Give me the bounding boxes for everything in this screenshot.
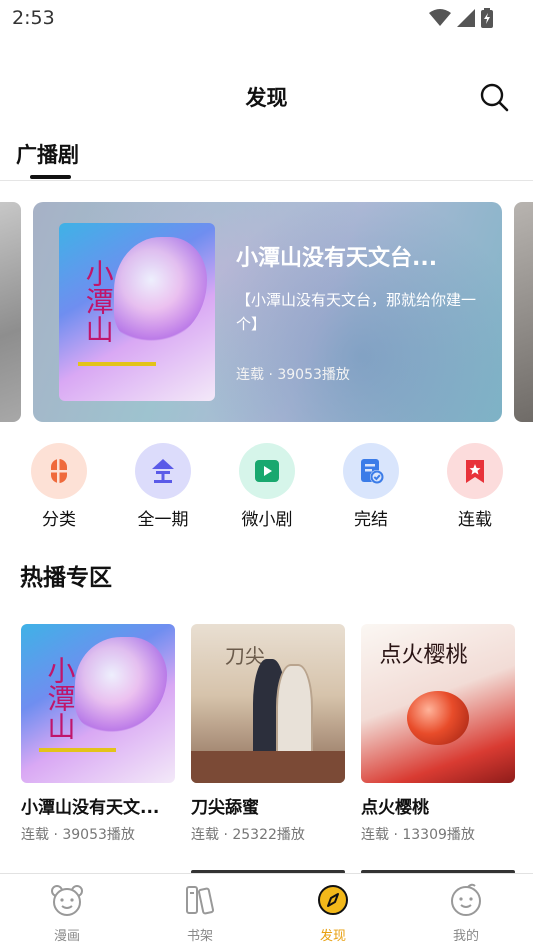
nav-item-comics[interactable]: 漫画 (27, 882, 107, 944)
banner-prev-card[interactable] (0, 202, 21, 422)
category-completed[interactable]: 完结 (331, 443, 411, 530)
category-classify[interactable]: 分类 (19, 443, 99, 530)
banner-cover-image: 小潭山 (59, 223, 215, 401)
category-serializing[interactable]: 连载 (435, 443, 515, 530)
category-label: 完结 (354, 510, 388, 530)
nav-label: 漫画 (53, 929, 80, 944)
capsule-icon (31, 443, 87, 499)
category-row: 分类 全一期 微小剧 完结 连载 (0, 443, 533, 533)
nav-label: 我的 (452, 929, 479, 944)
category-label: 分类 (42, 510, 76, 530)
nav-label: 书架 (186, 929, 213, 944)
category-micro-drama[interactable]: 微小剧 (227, 443, 307, 530)
drama-cover-image: 点火樱桃 (361, 624, 515, 783)
bottom-nav: 漫画 书架 发现 我的 (0, 873, 533, 948)
section-title-hot: 热播专区 (20, 565, 112, 591)
drama-card[interactable]: 刀尖 刀尖舔蜜 连载 · 25322播放 (191, 624, 345, 844)
drama-meta: 连载 · 39053播放 (21, 827, 135, 843)
banner-title: 小潭山没有天文台... (236, 246, 438, 271)
tab-indicator (30, 175, 71, 179)
status-bar: 2:53 (0, 0, 533, 36)
category-label: 微小剧 (241, 510, 293, 530)
tab-bar: 广播剧 (0, 135, 533, 181)
nav-item-profile[interactable]: 我的 (426, 882, 506, 944)
battery-icon (481, 8, 493, 28)
drama-title: 点火樱桃 (361, 798, 429, 818)
banner-next-card[interactable] (514, 202, 533, 422)
drama-cover-image: 小潭山 (21, 624, 175, 783)
status-time: 2:53 (12, 7, 55, 29)
category-label: 全一期 (137, 510, 189, 530)
completed-doc-icon (343, 443, 399, 499)
category-label: 连载 (458, 510, 492, 530)
drama-cover-image: 刀尖 (191, 624, 345, 783)
status-icons (429, 8, 493, 28)
app-header: 发现 (0, 70, 533, 126)
wifi-icon (429, 9, 451, 26)
compass-icon (318, 885, 348, 915)
drama-card[interactable]: 点火樱桃 点火樱桃 连载 · 13309播放 (361, 624, 515, 844)
nav-label: 发现 (319, 929, 346, 944)
category-full-episode[interactable]: 全一期 (123, 443, 203, 530)
banner-meta: 连载 · 39053播放 (236, 367, 350, 383)
books-icon (186, 886, 215, 915)
search-icon[interactable] (479, 82, 509, 112)
drama-title: 小潭山没有天文... (21, 798, 160, 818)
play-icon (239, 443, 295, 499)
cellular-signal-icon (457, 9, 475, 27)
featured-banner[interactable]: 小潭山 小潭山没有天文台... 【小潭山没有天文台，那就给你建一个】 连载 · … (33, 202, 502, 422)
nav-item-discover[interactable]: 发现 (293, 882, 373, 944)
drama-title: 刀尖舔蜜 (191, 798, 259, 818)
bookmark-star-icon (447, 443, 503, 499)
tab-radio-drama[interactable]: 广播剧 (16, 139, 79, 169)
drama-meta: 连载 · 13309播放 (361, 827, 475, 843)
quan-character-icon (135, 443, 191, 499)
drama-card[interactable]: 小潭山 小潭山没有天文... 连载 · 39053播放 (21, 624, 175, 844)
bear-face-icon (51, 885, 83, 916)
banner-description: 【小潭山没有天文台，那就给你建一个】 (236, 291, 477, 333)
profile-face-icon (451, 883, 481, 916)
nav-item-bookshelf[interactable]: 书架 (160, 882, 240, 944)
drama-meta: 连载 · 25322播放 (191, 827, 305, 843)
page-title: 发现 (245, 86, 288, 110)
